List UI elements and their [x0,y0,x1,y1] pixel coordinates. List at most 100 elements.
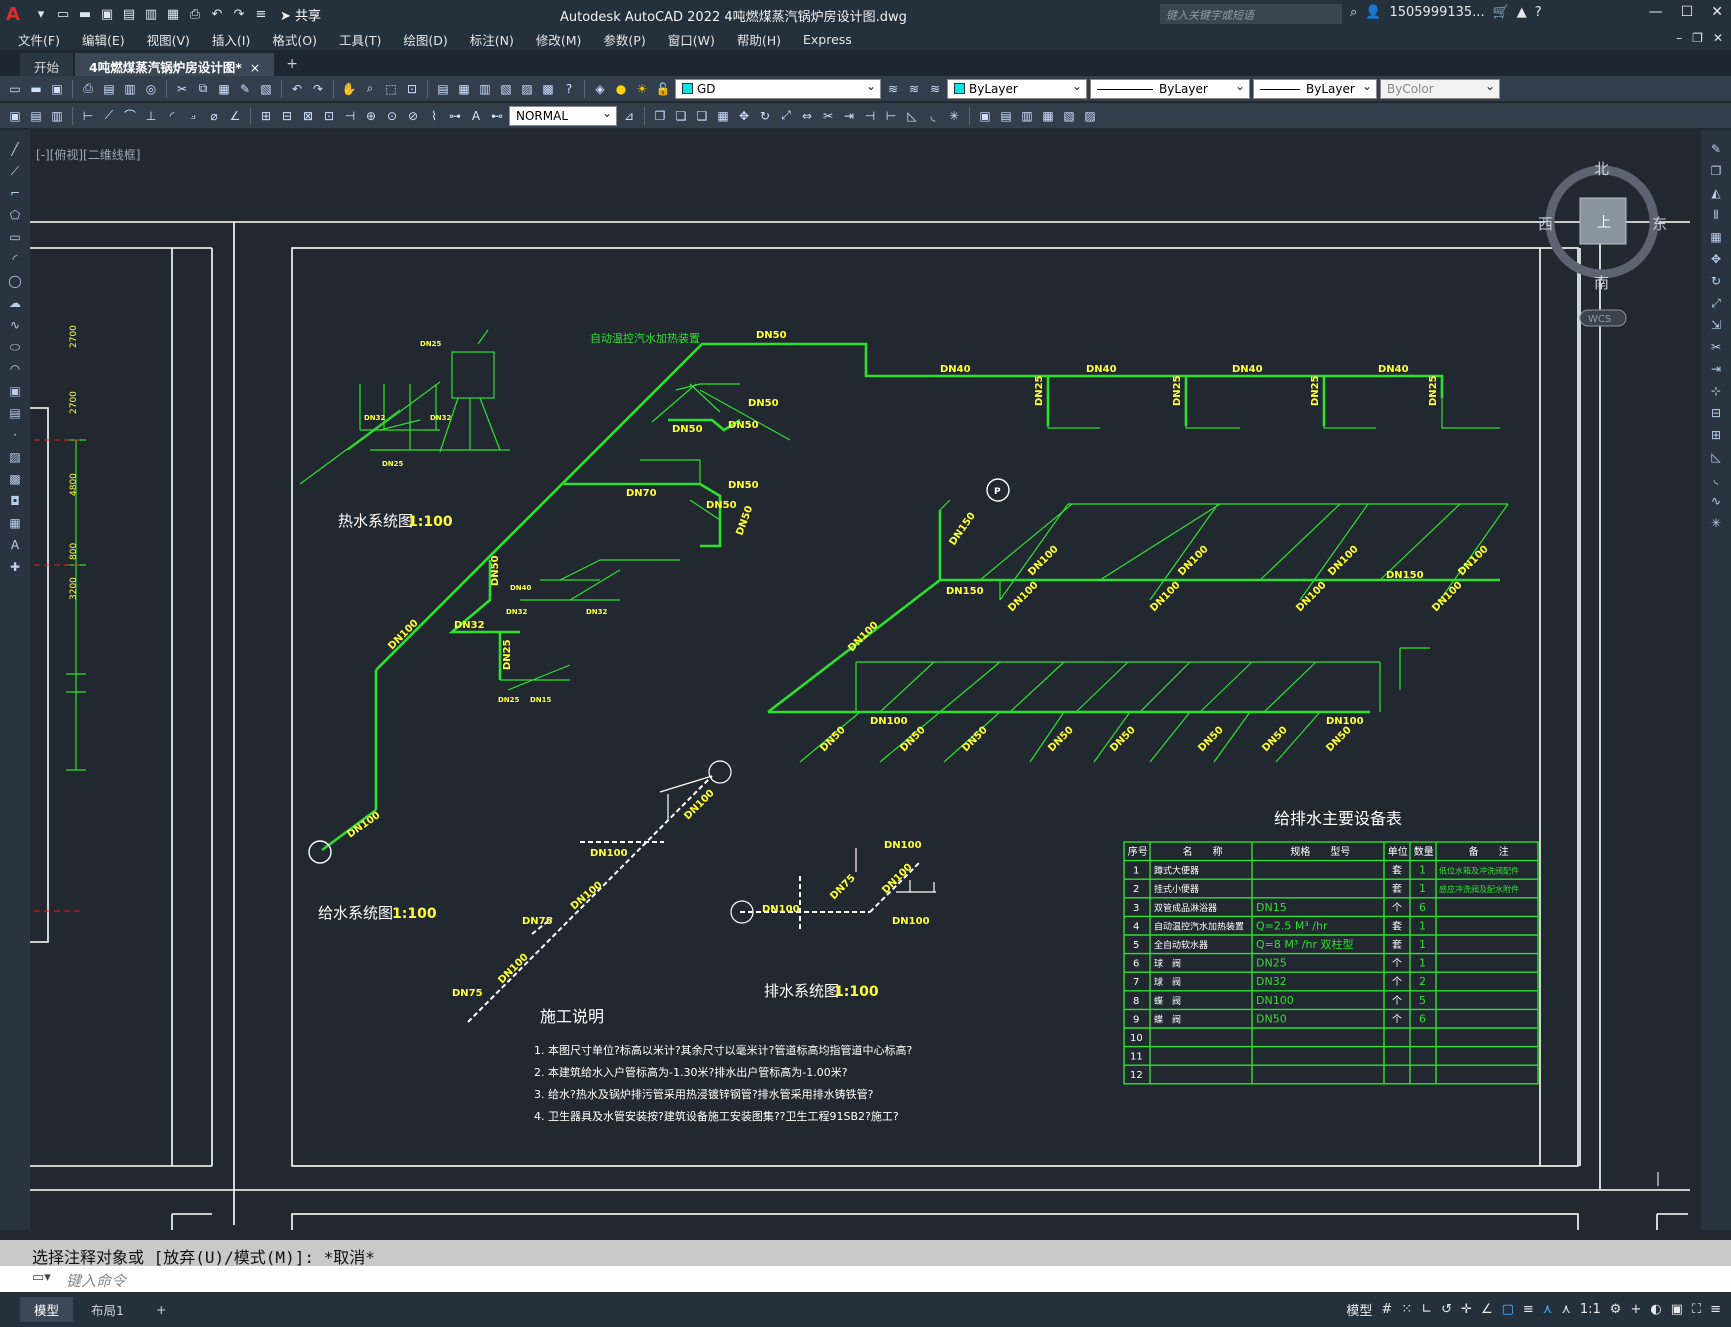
scale-icon[interactable]: ⤢ [1707,294,1725,312]
trim-icon[interactable]: ✂ [819,107,837,125]
tolerance-icon[interactable]: ⊕ [362,107,380,125]
menu-edit[interactable]: 编辑(E) [82,30,125,49]
revision-cloud-icon[interactable]: ☁ [6,294,24,312]
plotstyle-dropdown[interactable]: ByColor [1380,78,1500,99]
search-icon[interactable]: ⌕ [1350,5,1357,20]
break-icon[interactable]: ⊣ [861,107,879,125]
copy-icon[interactable]: ⧉ [194,80,212,98]
construction-line-icon[interactable]: ⟋ [6,162,24,180]
compass-south[interactable]: 南 [1594,274,1609,292]
chamfer-icon[interactable]: ◺ [903,107,921,125]
move-icon[interactable]: ✥ [735,107,753,125]
open-web-icon[interactable]: ▥ [142,5,160,23]
dim-update-icon[interactable]: ⊷ [488,107,506,125]
stretch-icon[interactable]: ⇲ [1707,316,1725,334]
auto-scale-icon[interactable]: ⋏ [1561,1302,1571,1317]
fillet-icon[interactable]: ◟ [924,107,942,125]
undo-icon[interactable]: ↶ [288,80,306,98]
extend-icon[interactable]: ⇥ [840,107,858,125]
annotation-scale[interactable]: 1:1 [1580,1302,1601,1317]
doc-minimize-icon[interactable]: – [1676,31,1682,45]
offset-icon[interactable]: ❑ [693,107,711,125]
menu-express[interactable]: Express [803,32,852,47]
pan-icon[interactable]: ✋ [340,80,358,98]
customize-icon[interactable]: ≡ [252,5,270,23]
new-icon[interactable]: ▭ [6,80,24,98]
search-input[interactable]: 键入关键字或短语 [1160,4,1342,24]
polygon-icon[interactable]: ⬠ [6,206,24,224]
plot-icon[interactable]: ⎙ [186,5,204,23]
ellipse-icon[interactable]: ⬭ [6,338,24,356]
minimize-icon[interactable]: — [1649,4,1663,20]
angular-dim-icon[interactable]: ∠ [226,107,244,125]
layer-dropdown[interactable]: GD [675,78,881,99]
insert-block-icon[interactable]: ▣ [976,107,994,125]
copy-icon[interactable]: ❐ [1707,162,1725,180]
mirror-icon[interactable]: ❏ [672,107,690,125]
calculator-icon[interactable]: ▩ [539,80,557,98]
rotate-icon[interactable]: ↻ [1707,272,1725,290]
polar-icon[interactable]: ↺ [1441,1302,1452,1317]
undo-icon[interactable]: ↶ [208,5,226,23]
ordinate-dim-icon[interactable]: ⊥ [142,107,160,125]
workspace-settings-icon[interactable]: ▥ [48,107,66,125]
chamfer-icon[interactable]: ◺ [1707,448,1725,466]
save-web-icon[interactable]: ▦ [164,5,182,23]
paste-icon[interactable]: ▦ [215,80,233,98]
adjust-icon[interactable]: ▧ [1060,107,1078,125]
save-icon[interactable]: ▣ [98,5,116,23]
continue-dim-icon[interactable]: ⊠ [299,107,317,125]
open-folder-icon[interactable]: ▬ [76,5,94,23]
zoom-realtime-icon[interactable]: ⌕ [361,80,379,98]
share-button[interactable]: ➤ 共享 [280,5,321,24]
linetype-dropdown[interactable]: ByLayer [1090,78,1250,99]
command-prompt-icon[interactable]: ▭▾ [32,1270,51,1285]
point-icon[interactable]: · [6,426,24,444]
add-icon[interactable]: + [1630,1302,1641,1317]
menu-format[interactable]: 格式(O) [272,30,317,49]
menu-window[interactable]: 窗口(W) [668,30,715,49]
make-current-icon[interactable]: ≋ [884,80,902,98]
inspect-icon[interactable]: ⊘ [404,107,422,125]
lineweight-dropdown[interactable]: ByLayer [1253,78,1377,99]
open-icon[interactable]: ▬ [27,80,45,98]
workspace-save-icon[interactable]: ▤ [27,107,45,125]
viewport-controls[interactable]: [-][俯视][二维线框] [36,146,140,163]
make-block-icon[interactable]: ▤ [6,404,24,422]
dwf-icon[interactable]: ◎ [142,80,160,98]
new-file-icon[interactable]: ▭ [54,5,72,23]
menu-modify[interactable]: 修改(M) [536,30,582,49]
tab-start[interactable]: 开始 [20,53,74,76]
tab-layout1[interactable]: 布局1 [77,1297,138,1322]
help-icon[interactable]: ? [1535,5,1542,20]
baseline-dim-icon[interactable]: ⊟ [278,107,296,125]
match-properties-icon[interactable]: ✎ [236,80,254,98]
add-layout-button[interactable]: + [142,1299,180,1320]
user-icon[interactable]: 👤 [1365,5,1381,20]
gradient-icon[interactable]: ▩ [6,470,24,488]
explode-icon[interactable]: ✳ [945,107,963,125]
customize-icon[interactable]: ≡ [1710,1302,1721,1317]
chevron-down-icon[interactable]: ▾ [32,5,50,23]
properties-icon[interactable]: ▤ [434,80,452,98]
extend-icon[interactable]: ⇥ [1707,360,1725,378]
cut-icon[interactable]: ✂ [173,80,191,98]
clip-icon[interactable]: ▦ [1039,107,1057,125]
clean-screen-icon[interactable]: ⛶ [1692,1302,1701,1317]
publish-icon[interactable]: ▥ [121,80,139,98]
join-icon[interactable]: ⊞ [1707,426,1725,444]
snap-icon[interactable]: ⁙ [1401,1302,1412,1317]
aligned-dim-icon[interactable]: ⟋ [100,107,118,125]
isolate-icon[interactable]: ◐ [1650,1302,1661,1317]
command-input[interactable]: 键入命令 [0,1266,1731,1292]
menu-insert[interactable]: 插入(I) [212,30,250,49]
doc-close-icon[interactable]: ✕ [1713,31,1723,45]
menu-tools[interactable]: 工具(T) [339,30,381,49]
array-icon[interactable]: ▦ [1707,228,1725,246]
menu-draw[interactable]: 绘图(D) [403,30,447,49]
selection-cycling-icon[interactable]: ▢ [1502,1302,1514,1317]
scale-icon[interactable]: ⤢ [777,107,795,125]
join-icon[interactable]: ⊢ [882,107,900,125]
layer-freeze-icon[interactable]: ☀ [633,80,651,98]
print-icon[interactable]: ⎙ [79,80,97,98]
